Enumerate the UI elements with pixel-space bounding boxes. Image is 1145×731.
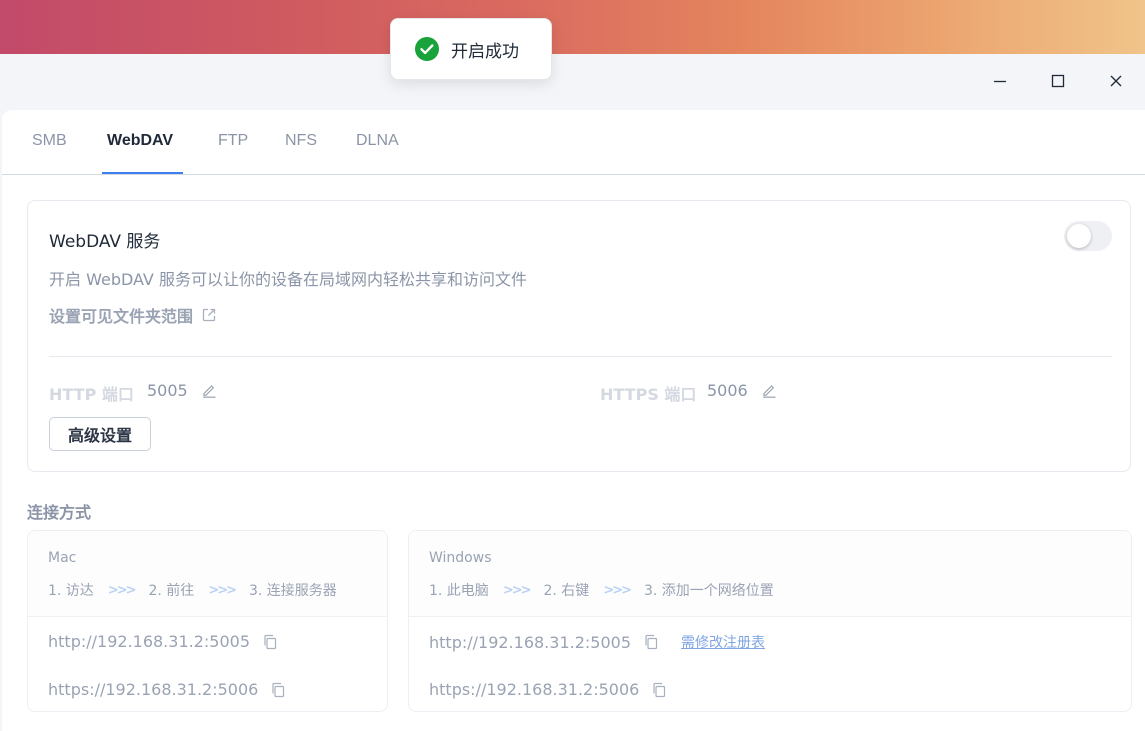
external-link-icon <box>202 308 216 322</box>
success-toast: 开启成功 <box>390 18 552 80</box>
mac-steps: 1. 访达 >>> 2. 前往 >>> 3. 连接服务器 <box>48 580 337 600</box>
windows-connection-card: Windows 1. 此电脑 >>> 2. 右键 >>> 3. 添加一个网络位置… <box>408 530 1132 712</box>
https-port-label: HTTPS 端口 <box>600 385 697 404</box>
https-port-value: 5006 <box>707 381 748 400</box>
edit-http-port-icon[interactable] <box>200 381 218 399</box>
copy-icon[interactable] <box>270 682 286 698</box>
service-description: 开启 WebDAV 服务可以让你的设备在局域网内轻松共享和访问文件 <box>49 270 527 289</box>
windows-https-url-row: https://192.168.31.2:5006 <box>429 680 667 699</box>
mac-http-url: http://192.168.31.2:5005 <box>48 632 250 651</box>
mac-os-label: Mac <box>48 550 77 566</box>
windows-step-2: 2. 右键 <box>543 583 590 599</box>
windows-step-1: 1. 此电脑 <box>429 583 489 599</box>
tab-dlna[interactable]: DLNA <box>356 132 399 150</box>
mac-card-header: Mac 1. 访达 >>> 2. 前往 >>> 3. 连接服务器 <box>28 531 387 617</box>
http-port-label: HTTP 端口 <box>49 385 134 404</box>
mac-step-2: 2. 前往 <box>148 583 195 599</box>
toggle-knob <box>1067 224 1091 248</box>
desktop-wallpaper <box>0 0 1145 54</box>
windows-http-url-row: http://192.168.31.2:5005 需修改注册表 <box>429 632 765 652</box>
copy-icon[interactable] <box>262 634 278 650</box>
http-port-value: 5005 <box>147 381 188 400</box>
service-title: WebDAV 服务 <box>49 232 161 252</box>
service-toggle[interactable] <box>1064 221 1112 251</box>
window-controls <box>971 54 1145 108</box>
windows-os-label: Windows <box>429 550 492 566</box>
copy-icon[interactable] <box>651 682 667 698</box>
connection-section-title: 连接方式 <box>27 503 92 522</box>
visible-folders-label: 设置可见文件夹范围 <box>49 307 194 326</box>
minimize-button[interactable] <box>971 54 1029 108</box>
windows-steps: 1. 此电脑 >>> 2. 右键 >>> 3. 添加一个网络位置 <box>429 580 774 600</box>
close-icon <box>1110 75 1122 87</box>
mac-https-url-row: https://192.168.31.2:5006 <box>48 680 286 699</box>
registry-link[interactable]: 需修改注册表 <box>681 632 765 652</box>
tab-smb[interactable]: SMB <box>32 132 67 150</box>
windows-card-header: Windows 1. 此电脑 >>> 2. 右键 >>> 3. 添加一个网络位置 <box>409 531 1131 617</box>
windows-https-url: https://192.168.31.2:5006 <box>429 680 640 699</box>
mac-https-url: https://192.168.31.2:5006 <box>48 680 259 699</box>
chevrons-right-icon: >>> <box>208 582 237 598</box>
tab-ftp[interactable]: FTP <box>218 132 248 150</box>
close-button[interactable] <box>1087 54 1145 108</box>
edit-https-port-icon[interactable] <box>760 381 778 399</box>
card-divider <box>49 356 1112 357</box>
maximize-button[interactable] <box>1029 54 1087 108</box>
mac-step-1: 1. 访达 <box>48 583 94 599</box>
minimize-icon <box>994 80 1006 83</box>
visible-folders-link[interactable]: 设置可见文件夹范围 <box>49 303 217 327</box>
protocol-tabs: SMB WebDAV FTP NFS DLNA <box>2 110 1145 175</box>
advanced-settings-button[interactable]: 高级设置 <box>49 417 151 451</box>
windows-http-url: http://192.168.31.2:5005 <box>429 632 631 652</box>
app-window: SMB WebDAV FTP NFS DLNA WebDAV 服务 开启 Web… <box>0 54 1145 731</box>
toast-message: 开启成功 <box>451 41 519 62</box>
check-circle-icon <box>415 37 439 61</box>
maximize-icon <box>1051 74 1065 88</box>
mac-step-3: 3. 连接服务器 <box>249 583 337 599</box>
copy-icon[interactable] <box>643 634 659 650</box>
chevrons-right-icon: >>> <box>502 582 532 598</box>
windows-step-3: 3. 添加一个网络位置 <box>644 583 774 599</box>
webdav-service-card: WebDAV 服务 开启 WebDAV 服务可以让你的设备在局域网内轻松共享和访… <box>27 200 1131 472</box>
mac-connection-card: Mac 1. 访达 >>> 2. 前往 >>> 3. 连接服务器 http://… <box>27 530 388 712</box>
tab-webdav[interactable]: WebDAV <box>107 132 173 150</box>
active-tab-indicator <box>102 172 183 174</box>
tab-nfs[interactable]: NFS <box>285 132 317 150</box>
mac-http-url-row: http://192.168.31.2:5005 <box>48 632 278 651</box>
chevrons-right-icon: >>> <box>603 582 632 598</box>
sharing-panel: SMB WebDAV FTP NFS DLNA WebDAV 服务 开启 Web… <box>2 110 1145 731</box>
chevrons-right-icon: >>> <box>107 582 137 598</box>
